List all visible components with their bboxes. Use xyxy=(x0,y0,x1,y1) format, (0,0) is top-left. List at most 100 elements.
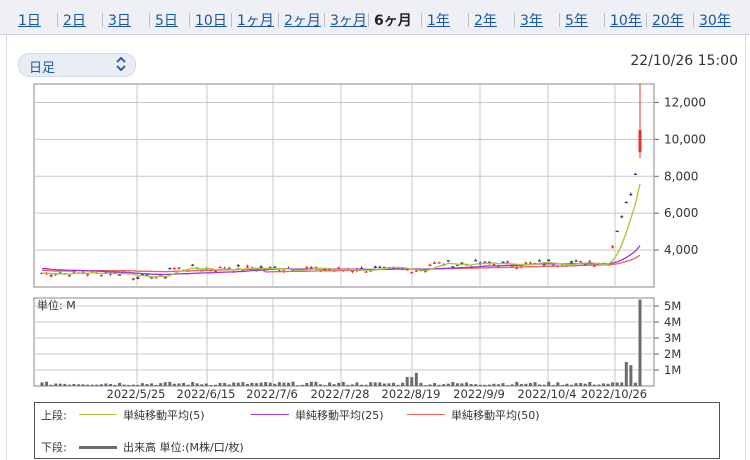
volume-bar xyxy=(423,385,427,386)
legend-bottom-label: 下段: xyxy=(41,441,67,454)
price-candle xyxy=(245,266,249,268)
volume-bar xyxy=(597,384,601,386)
volume-bar xyxy=(172,383,176,386)
volume-bar xyxy=(538,384,542,386)
volume-bar xyxy=(104,383,108,386)
volume-bar xyxy=(469,383,473,386)
volume-bar xyxy=(209,384,213,386)
volume-bar xyxy=(213,384,217,386)
volume-bar xyxy=(387,383,391,386)
volume-bar xyxy=(95,384,99,386)
volume-bar xyxy=(519,383,523,386)
volume-bar xyxy=(528,382,532,386)
volume-bar xyxy=(391,382,395,386)
volume-bar xyxy=(492,383,496,386)
volume-bar xyxy=(337,382,341,386)
volume-bar xyxy=(223,382,227,386)
x-tick-label: 2022/10/26 xyxy=(581,387,647,401)
volume-bar xyxy=(309,381,313,386)
volume-bar xyxy=(574,383,578,386)
price-candle xyxy=(574,260,578,262)
volume-bar xyxy=(620,382,624,386)
legend-ma5-label: 単純移動平均(5) xyxy=(123,409,205,422)
volume-tick-label: 5M xyxy=(664,299,681,313)
volume-bar xyxy=(382,383,386,386)
price-tick-label: 12,000 xyxy=(664,95,706,109)
volume-bar xyxy=(478,384,482,386)
volume-bar xyxy=(232,382,236,386)
volume-bar xyxy=(191,381,195,386)
volume-bar xyxy=(245,383,249,386)
volume-bar xyxy=(200,384,204,386)
volume-bar xyxy=(542,384,546,386)
price-tick-label: 6,000 xyxy=(664,206,698,220)
x-tick-label: 2022/5/25 xyxy=(107,387,166,401)
volume-bar xyxy=(45,381,49,386)
volume-bar xyxy=(588,381,592,386)
price-candle xyxy=(382,266,386,269)
price-candle xyxy=(629,193,633,196)
price-candle xyxy=(136,277,140,279)
volume-bar xyxy=(122,384,126,386)
volume-bar xyxy=(410,377,414,386)
volume-tick-label: 2M xyxy=(664,347,681,361)
volume-bar xyxy=(186,384,190,386)
price-candle xyxy=(624,201,628,204)
volume-bar xyxy=(401,382,405,386)
volume-bar xyxy=(81,384,85,386)
volume-bar xyxy=(378,382,382,386)
price-candle xyxy=(506,261,510,263)
volume-bar xyxy=(255,383,259,386)
volume-bar xyxy=(236,382,240,386)
volume-bar xyxy=(127,384,131,386)
volume-bar xyxy=(465,382,469,386)
volume-bar xyxy=(300,384,304,386)
volume-bar xyxy=(442,384,446,386)
price-candle xyxy=(410,272,414,274)
volume-bar xyxy=(396,384,400,386)
price-candle xyxy=(638,130,642,153)
price-candle xyxy=(615,230,619,232)
price-tick-label: 8,000 xyxy=(664,169,698,183)
volume-bar xyxy=(433,383,437,386)
volume-bar xyxy=(72,383,76,386)
volume-bar xyxy=(163,382,167,386)
volume-bar xyxy=(154,384,158,386)
price-candle xyxy=(547,259,551,262)
volume-bar xyxy=(570,384,574,386)
legend-ma50-label: 単純移動平均(50) xyxy=(451,409,540,422)
volume-bar xyxy=(483,384,487,386)
volume-bar xyxy=(63,383,67,386)
volume-tick-label: 1M xyxy=(664,363,681,377)
volume-bar xyxy=(49,384,53,386)
volume-bar xyxy=(177,383,181,386)
volume-bar xyxy=(90,384,94,386)
price-candle xyxy=(501,261,505,263)
volume-bar xyxy=(54,383,58,386)
price-candle xyxy=(455,264,459,267)
volume-bar xyxy=(291,381,295,386)
price-candle xyxy=(460,262,464,264)
volume-bar xyxy=(264,382,268,386)
legend-volume-swatch xyxy=(79,446,117,449)
price-candle xyxy=(218,266,222,268)
price-candle xyxy=(373,266,377,268)
volume-bar xyxy=(638,299,642,386)
volume-bar xyxy=(633,382,637,386)
volume-bar xyxy=(414,372,418,386)
price-candle xyxy=(168,267,172,270)
volume-bar xyxy=(259,382,263,386)
price-candle xyxy=(236,265,240,267)
volume-bar xyxy=(533,382,537,386)
legend-ma50-swatch xyxy=(407,414,445,415)
volume-tick-label: 4M xyxy=(664,315,681,329)
x-tick-label: 2022/10/4 xyxy=(518,387,577,401)
volume-bar xyxy=(437,384,441,386)
volume-bar xyxy=(601,383,605,386)
volume-bar xyxy=(405,376,409,386)
volume-bar xyxy=(346,384,350,386)
volume-bar xyxy=(159,383,163,386)
price-tick-label: 10,000 xyxy=(664,132,706,146)
volume-bar xyxy=(547,381,551,386)
volume-bar xyxy=(314,381,318,386)
